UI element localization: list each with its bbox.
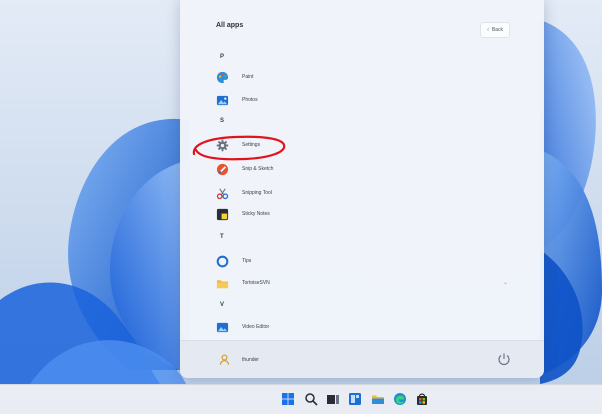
desktop: All apps ‹ Back P Paint Photos S Setting… — [0, 0, 602, 414]
app-item-tortoisesvn[interactable]: TortoiseSVN ⌄ — [210, 274, 514, 294]
app-label: Video Editor — [242, 324, 270, 330]
user-name: thunder — [242, 357, 259, 363]
letter-header-p[interactable]: P — [220, 54, 224, 60]
app-label: Sticky Notes — [242, 211, 270, 217]
letter-header-v[interactable]: V — [220, 302, 224, 308]
app-item-tips[interactable]: Tips — [210, 252, 514, 272]
snipping-tool-icon — [216, 188, 229, 200]
widgets-icon[interactable] — [348, 392, 362, 406]
app-label: Snipping Tool — [242, 190, 272, 196]
app-item-sticky-notes[interactable]: Sticky Notes — [210, 205, 514, 225]
user-account-button[interactable]: thunder — [210, 350, 330, 370]
task-view-icon[interactable] — [326, 392, 340, 406]
app-label: Snip & Sketch — [242, 166, 274, 172]
app-label: TortoiseSVN — [242, 280, 270, 286]
folder-icon — [216, 280, 229, 289]
sticky-notes-icon — [216, 208, 229, 221]
app-item-photos[interactable]: Photos — [210, 91, 514, 111]
letter-header-t[interactable]: T — [220, 234, 224, 240]
video-editor-icon — [216, 322, 229, 333]
file-explorer-icon[interactable] — [371, 392, 385, 406]
photos-icon — [216, 95, 229, 106]
windows-start-icon[interactable] — [281, 392, 295, 406]
letter-header-s[interactable]: S — [220, 118, 224, 124]
search-icon[interactable] — [304, 392, 318, 406]
paint-icon — [216, 71, 229, 84]
all-apps-list[interactable]: P Paint Photos S Settings Snip & Sketch … — [180, 0, 544, 340]
app-item-snipping-tool[interactable]: Snipping Tool — [210, 184, 514, 204]
app-item-paint[interactable]: Paint — [210, 68, 514, 88]
store-icon[interactable] — [415, 392, 429, 406]
start-menu: All apps ‹ Back P Paint Photos S Setting… — [180, 0, 544, 378]
app-label: Tips — [242, 258, 252, 264]
app-item-video-editor[interactable]: Video Editor — [210, 318, 514, 338]
start-menu-footer: thunder — [180, 340, 544, 378]
app-label: Settings — [242, 142, 261, 148]
settings-gear-icon — [216, 139, 229, 152]
app-label: Photos — [242, 97, 258, 103]
app-item-snip-sketch[interactable]: Snip & Sketch — [210, 160, 514, 180]
edge-icon[interactable] — [393, 392, 407, 406]
power-icon[interactable] — [496, 351, 512, 367]
user-avatar-icon — [219, 354, 230, 365]
taskbar — [0, 384, 602, 414]
app-label: Paint — [242, 74, 254, 80]
chevron-down-icon: ⌄ — [502, 280, 508, 286]
snip-sketch-icon — [216, 163, 229, 176]
tips-icon — [216, 255, 229, 268]
app-item-settings[interactable]: Settings — [210, 136, 514, 156]
